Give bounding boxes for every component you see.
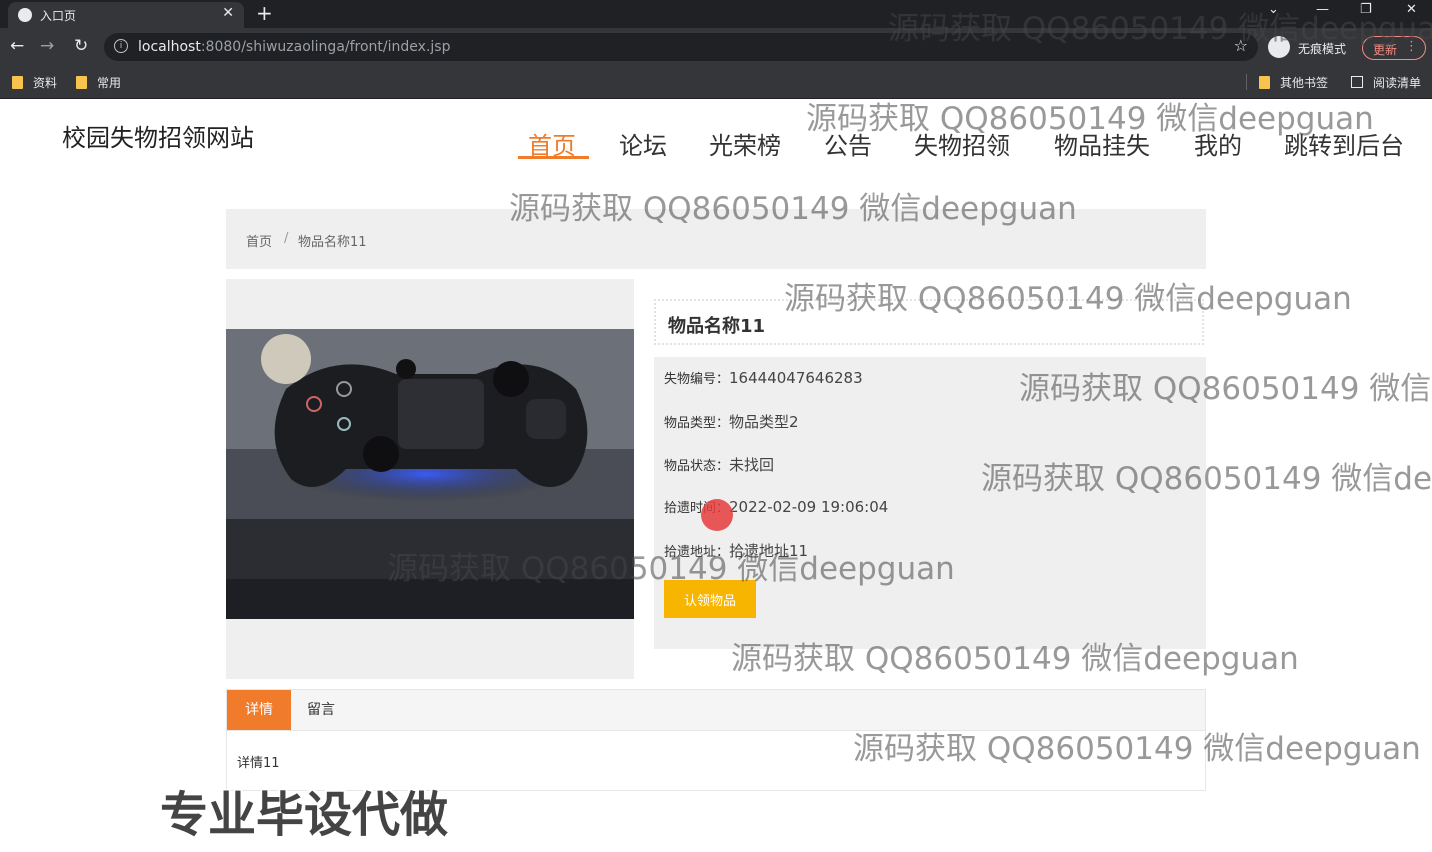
item-name-box: 物品名称11	[654, 299, 1204, 345]
info-label: 拾遗地址：	[664, 545, 730, 560]
bookmark-folder[interactable]: 常用	[76, 74, 121, 91]
nav-notice[interactable]: 公告	[824, 126, 872, 161]
restore-icon[interactable]: ❐	[1360, 2, 1372, 17]
globe-icon	[18, 8, 32, 22]
info-label: 失物编号：	[664, 372, 730, 387]
address-bar[interactable]: i localhost:8080/shiwuzaolinga/front/ind…	[104, 33, 1258, 61]
info-value: 未找回	[729, 456, 775, 474]
reading-list[interactable]: 阅读清单	[1351, 74, 1421, 91]
nav-mine[interactable]: 我的	[1194, 126, 1242, 161]
info-value: 物品类型2	[729, 413, 799, 431]
menu-dots-icon: ⋮	[1405, 39, 1418, 54]
bookmarks-bar: 资料 常用 其他书签 阅读清单	[0, 66, 1432, 99]
update-button[interactable]: 更新 ⋮	[1362, 36, 1426, 60]
incognito-label: 无痕模式	[1298, 42, 1347, 56]
nav-report-loss[interactable]: 物品挂失	[1054, 126, 1150, 161]
folder-icon	[1259, 76, 1270, 89]
nav-active-underline	[518, 156, 589, 159]
url-text[interactable]: localhost:8080/shiwuzaolinga/front/index…	[138, 39, 450, 55]
folder-icon	[76, 76, 87, 89]
item-photo	[226, 329, 634, 619]
close-tab-icon[interactable]: ✕	[222, 5, 234, 21]
other-bookmarks[interactable]: 其他书签	[1259, 74, 1328, 91]
tab-search-icon[interactable]: ⌄	[1268, 2, 1279, 17]
site-title: 校园失物招领网站	[62, 124, 254, 152]
mouse-cursor-highlight	[701, 499, 733, 531]
info-row-status: 物品状态：未找回	[664, 454, 774, 475]
breadcrumb-home[interactable]: 首页	[246, 231, 272, 250]
info-row-time: 拾遗时间：2022-02-09 19:06:04	[664, 497, 888, 516]
claim-item-button[interactable]: 认领物品	[664, 580, 756, 618]
info-icon[interactable]: i	[114, 39, 128, 53]
promo-text: 专业毕设代做	[160, 787, 449, 843]
info-label: 物品状态：	[664, 459, 730, 474]
bookmark-folder[interactable]: 资料	[12, 74, 57, 91]
nav-admin[interactable]: 跳转到后台	[1284, 126, 1404, 161]
nav-honor-roll[interactable]: 光荣榜	[709, 126, 781, 161]
folder-icon	[12, 76, 23, 89]
nav-forum[interactable]: 论坛	[619, 126, 667, 161]
info-label: 物品类型：	[664, 416, 730, 431]
forward-icon[interactable]: →	[40, 36, 54, 56]
item-image-panel	[226, 279, 634, 679]
incognito-icon	[1268, 36, 1290, 58]
info-row-address: 拾遗地址：拾遗地址11	[664, 540, 808, 561]
tab-message[interactable]: 留言	[307, 690, 335, 730]
back-icon[interactable]: ←	[10, 36, 24, 56]
breadcrumb-separator: /	[284, 231, 289, 246]
tab-title: 入口页	[40, 9, 77, 23]
info-row-id: 失物编号：16444047646283	[664, 368, 863, 387]
reload-icon[interactable]: ↻	[74, 36, 88, 56]
item-name: 物品名称11	[668, 316, 766, 337]
new-tab-icon[interactable]: +	[256, 1, 273, 25]
info-value: 16444047646283	[729, 369, 863, 387]
tab-detail[interactable]: 详情	[227, 690, 291, 730]
item-info-panel: 失物编号：16444047646283 物品类型：物品类型2 物品状态：未找回 …	[654, 357, 1206, 649]
info-value: 2022-02-09 19:06:04	[729, 498, 889, 516]
reading-list-icon	[1351, 76, 1363, 88]
tab-content: 详情11	[237, 756, 280, 771]
nav-lost-found[interactable]: 失物招领	[914, 126, 1010, 161]
breadcrumb-current: 物品名称11	[298, 235, 367, 250]
update-label: 更新	[1373, 43, 1398, 57]
bookmark-separator	[1246, 74, 1247, 90]
browser-tab-bar: 入口页 ✕ + ⌄ — ❐ ✕	[0, 0, 1432, 28]
browser-toolbar: ← → ↻ i localhost:8080/shiwuzaolinga/fro…	[0, 28, 1432, 66]
info-value: 拾遗地址11	[729, 542, 809, 560]
tabs-header: 详情 留言	[227, 690, 1205, 731]
info-row-type: 物品类型：物品类型2	[664, 411, 799, 432]
browser-tab[interactable]: 入口页 ✕	[8, 2, 244, 28]
bookmark-star-icon[interactable]: ☆	[1234, 36, 1248, 55]
close-window-icon[interactable]: ✕	[1406, 2, 1417, 17]
breadcrumb: 首页 / 物品名称11	[226, 209, 1206, 269]
minimize-icon[interactable]: —	[1316, 2, 1329, 17]
